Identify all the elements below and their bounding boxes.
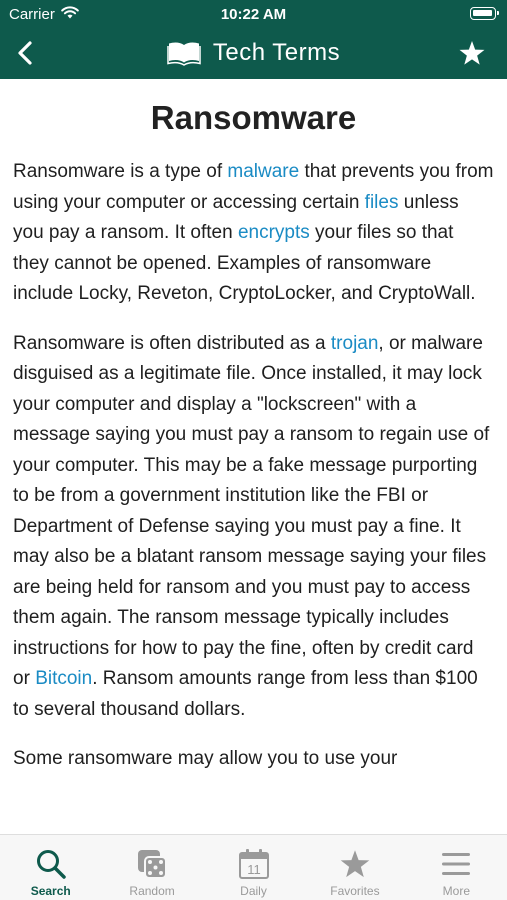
term-title: Ransomware <box>150 99 357 136</box>
tab-label: Random <box>129 884 175 898</box>
paragraph-3: Some ransomware may allow you to use you… <box>13 744 494 775</box>
tab-label: Favorites <box>330 884 380 898</box>
tab-favorites[interactable]: Favorites <box>304 835 405 900</box>
tab-more[interactable]: More <box>406 835 507 900</box>
status-time: 10:22 AM <box>220 6 287 23</box>
tab-daily[interactable]: 11 Daily <box>203 835 304 900</box>
nav-title: Tech Terms <box>212 39 341 66</box>
tab-random[interactable]: Random <box>101 835 202 900</box>
text-span: Ransomware is a type of <box>13 161 228 182</box>
article-content: Ransomware Ransomware is a type of malwa… <box>0 79 507 834</box>
dice-icon <box>136 848 168 880</box>
calendar-day-number: 11 <box>247 862 261 877</box>
text-span: Some ransomware may allow you to use you… <box>13 748 398 769</box>
text-span: , or malware disguised as a legitimate f… <box>13 332 490 690</box>
nav-bar: Tech Terms <box>0 28 507 79</box>
menu-icon <box>441 848 471 880</box>
link-bitcoin[interactable]: Bitcoin <box>35 668 92 689</box>
tab-bar: Search Random 11 Daily Favorites More <box>0 834 507 900</box>
tab-label: Search <box>30 884 71 898</box>
battery-icon <box>470 7 499 20</box>
open-book-icon <box>167 42 201 66</box>
star-icon <box>339 848 371 880</box>
link-encrypts[interactable]: encrypts <box>238 222 310 243</box>
status-bar: Carrier 10:22 AM <box>0 0 507 28</box>
tab-search[interactable]: Search <box>0 835 101 900</box>
tab-label: More <box>442 884 470 898</box>
paragraph-2: Ransomware is often distributed as a tro… <box>13 329 494 726</box>
favorite-button[interactable] <box>457 38 487 68</box>
link-malware[interactable]: malware <box>227 161 299 182</box>
tab-label: Daily <box>240 884 267 898</box>
paragraph-1: Ransomware is a type of malware that pre… <box>13 157 494 310</box>
search-icon <box>35 848 67 880</box>
text-span: Ransomware is often distributed as a <box>13 332 331 354</box>
calendar-icon: 11 <box>238 848 270 880</box>
link-files[interactable]: files <box>365 192 399 213</box>
star-icon <box>459 40 485 65</box>
nav-title-group: Tech Terms <box>0 39 507 67</box>
app-header: Carrier 10:22 AM Tech Terms <box>0 0 507 79</box>
link-trojan[interactable]: trojan <box>331 333 379 354</box>
